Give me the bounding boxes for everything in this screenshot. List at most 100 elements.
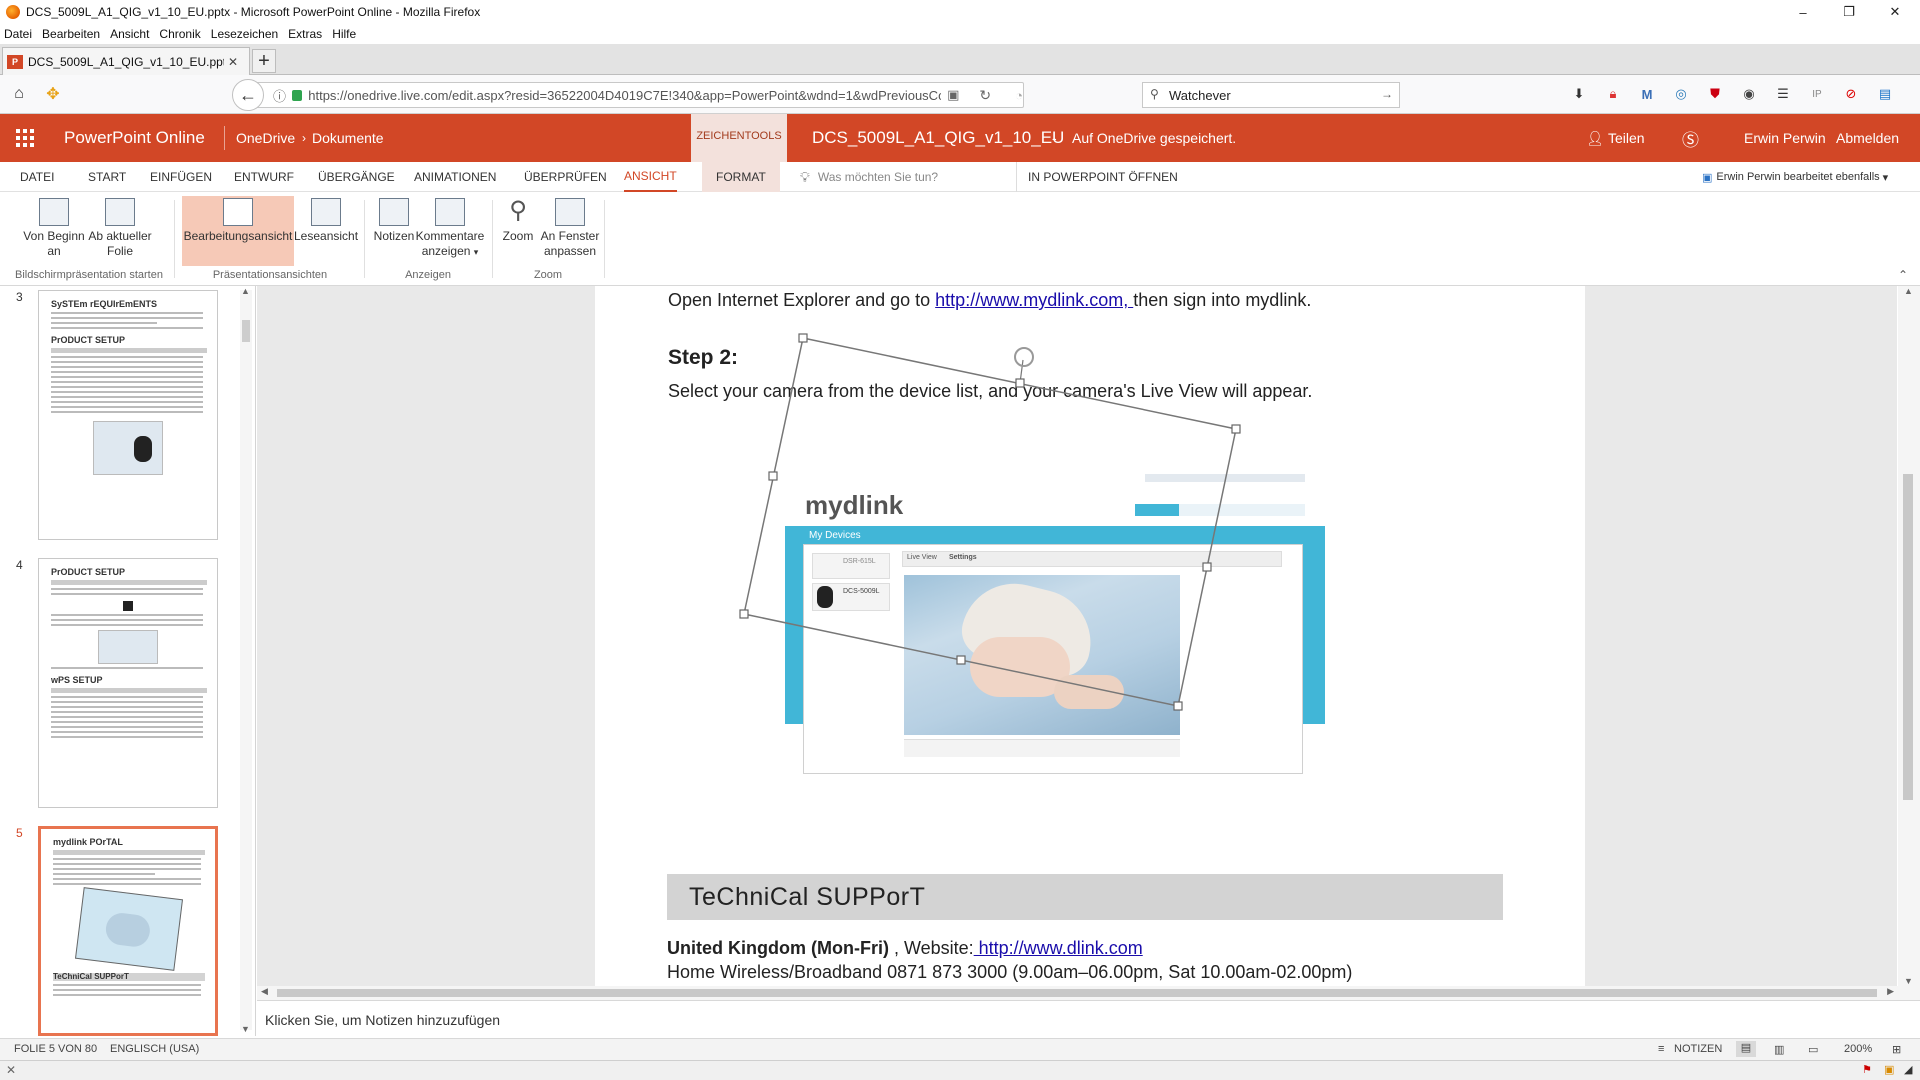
sync-addon-icon[interactable]: ◎ [1672, 85, 1690, 103]
block-icon[interactable]: ⊘ [1842, 85, 1860, 103]
status-close-icon[interactable]: ✕ [6, 1063, 16, 1077]
language-indicator[interactable]: ENGLISCH (USA) [110, 1043, 199, 1055]
coauthor-indicator[interactable]: ▣ Erwin Perwin bearbeitet ebenfalls ▾ [1702, 162, 1888, 192]
comments-button[interactable]: Kommentare anzeigen ▾ [414, 198, 486, 260]
scroll-down-icon[interactable]: ▼ [1904, 976, 1913, 986]
dlink-link[interactable]: http://www.dlink.com [974, 938, 1143, 958]
resize-handle[interactable] [798, 333, 808, 343]
edit-view-button[interactable]: Bearbeitungsansicht [182, 196, 294, 266]
url-bar[interactable]: ⓘ https://onedrive.live.com/edit.aspx?re… [238, 82, 1024, 108]
close-window-button[interactable]: ✕ [1872, 0, 1918, 24]
canvas-vertical-scrollbar[interactable]: ▲ ▼ [1898, 286, 1920, 986]
menu-extras[interactable]: Extras [288, 27, 322, 41]
lock-addon-icon[interactable]: 🔒︎ [1604, 85, 1622, 103]
tab-start[interactable]: START [88, 162, 126, 192]
share-button[interactable]: Teilen [1608, 114, 1645, 162]
horizontal-scroll-thumb[interactable] [277, 989, 1877, 997]
browser-tab[interactable]: P DCS_5009L_A1_QIG_v1_10_EU.pptx - Mi ✕ [2, 47, 250, 75]
thumbnail-scrollbar[interactable]: ▲ ▼ [240, 286, 252, 1034]
reload-icon[interactable]: ↻ [979, 87, 991, 104]
back-button[interactable]: ← [232, 79, 264, 111]
info-icon[interactable]: ⓘ [273, 86, 286, 105]
search-go-icon[interactable]: → [1381, 87, 1393, 101]
notes-toggle-icon[interactable]: ≡ [1658, 1043, 1664, 1055]
extension-icon[interactable]: ◉ [1740, 85, 1758, 103]
scroll-right-icon[interactable]: ▶ [1887, 986, 1894, 997]
canvas-horizontal-scrollbar[interactable]: ◀ ▶ [257, 986, 1920, 1000]
collapse-ribbon-icon[interactable]: ⌃ [1898, 268, 1908, 282]
tab-einfuegen[interactable]: EINFÜGEN [150, 162, 212, 192]
zoom-level[interactable]: 200% [1844, 1043, 1872, 1055]
ip-icon[interactable]: IP [1808, 85, 1826, 103]
slide-thumbnail-3[interactable]: SySTEm rEQUIrEmENTS PrODUCT SETUP [38, 290, 218, 540]
gmail-icon[interactable]: M [1638, 85, 1656, 103]
scroll-up-icon[interactable]: ▲ [1904, 286, 1913, 296]
app-name[interactable]: PowerPoint Online [64, 114, 205, 162]
mydlink-link[interactable]: http://www.mydlink.com, [935, 290, 1133, 310]
notes-toggle[interactable]: NOTIZEN [1674, 1043, 1722, 1055]
normal-view-icon[interactable]: ▤ [1736, 1041, 1756, 1057]
resize-grip-icon[interactable]: ◢ [1904, 1063, 1912, 1076]
menu-lesezeichen[interactable]: Lesezeichen [211, 27, 278, 41]
tab-animationen[interactable]: ANIMATIONEN [414, 162, 496, 192]
menu-icon[interactable]: ☰ [1774, 85, 1792, 103]
user-name[interactable]: Erwin Perwin [1744, 114, 1826, 162]
reading-view-button[interactable]: Leseansicht [294, 198, 358, 244]
addons-icon[interactable]: ✥ [42, 83, 64, 105]
breadcrumb-onedrive[interactable]: OneDrive [236, 114, 295, 162]
slide-canvas[interactable]: Open Internet Explorer and go to http://… [595, 286, 1585, 986]
notes-placeholder[interactable]: Klicken Sie, um Notizen hinzuzufügen [265, 1012, 500, 1028]
addon-status-icon-2[interactable]: ▣ [1884, 1063, 1894, 1076]
addon-status-icon[interactable]: ⚑ [1862, 1063, 1872, 1076]
notes-button[interactable]: Notizen [368, 198, 420, 244]
scroll-down-icon[interactable]: ▼ [241, 1024, 250, 1034]
restore-button[interactable]: ❐ [1826, 0, 1872, 24]
fit-window-button[interactable]: An Fenster anpassen [538, 198, 602, 259]
tab-format[interactable]: FORMAT [702, 162, 780, 192]
thumbnail-scroll-thumb[interactable] [242, 320, 250, 342]
app-launcher-icon[interactable] [16, 129, 34, 147]
slide-thumbnail-4[interactable]: PrODUCT SETUP wPS SETUP [38, 558, 218, 808]
scroll-left-icon[interactable]: ◀ [261, 986, 268, 997]
breadcrumb-dokumente[interactable]: Dokumente [312, 114, 384, 162]
resize-handle[interactable] [739, 609, 749, 619]
url-text[interactable]: https://onedrive.live.com/edit.aspx?resi… [308, 88, 941, 103]
tab-ueberpruefen[interactable]: ÜBERPRÜFEN [524, 162, 607, 192]
sign-out-link[interactable]: Abmelden [1836, 114, 1899, 162]
new-tab-button[interactable]: + [252, 49, 276, 73]
tell-me-box[interactable]: 💡︎ Was möchten Sie tun? [800, 162, 938, 192]
tab-datei[interactable]: DATEI [20, 162, 54, 192]
notification-icon[interactable]: ▤ [1876, 85, 1894, 103]
rotated-image-container[interactable]: mydlink My Devices DSR-615L DCS-5009L Li… [785, 458, 1325, 798]
resize-handle[interactable] [768, 471, 778, 481]
reader-view-icon[interactable]: ▣ [947, 87, 959, 103]
tab-uebergaenge[interactable]: ÜBERGÄNGE [318, 162, 395, 192]
fit-slide-icon[interactable]: ⊞ [1892, 1043, 1901, 1056]
home-icon[interactable]: ⌂ [8, 83, 30, 105]
menu-ansicht[interactable]: Ansicht [110, 27, 149, 41]
menu-datei[interactable]: Datei [4, 27, 32, 41]
menu-bearbeiten[interactable]: Bearbeiten [42, 27, 100, 41]
notes-pane[interactable]: Klicken Sie, um Notizen hinzuzufügen [257, 1000, 1920, 1038]
canvas-scroll-thumb[interactable] [1903, 474, 1913, 800]
scroll-up-icon[interactable]: ▲ [241, 286, 250, 296]
search-bar[interactable]: ⚲ Watchever → [1142, 82, 1400, 108]
tab-entwurf[interactable]: ENTWURF [234, 162, 294, 192]
from-start-button[interactable]: Von Beginn an [20, 198, 88, 259]
ublock-icon[interactable]: ⛊ [1706, 85, 1724, 103]
minimize-button[interactable]: – [1780, 0, 1826, 24]
tell-me-input[interactable]: Was möchten Sie tun? [818, 170, 938, 184]
menu-chronik[interactable]: Chronik [159, 27, 200, 41]
slideshow-icon[interactable]: ▭ [1808, 1043, 1818, 1056]
resize-handle[interactable] [1231, 424, 1241, 434]
rss-icon[interactable]: ◔ [1015, 88, 1023, 103]
zoom-button[interactable]: ⚲ Zoom [498, 198, 538, 244]
search-input[interactable]: Watchever [1169, 88, 1231, 103]
from-current-button[interactable]: Ab aktueller Folie [86, 198, 154, 259]
rotate-handle-icon[interactable] [1014, 347, 1034, 367]
menu-hilfe[interactable]: Hilfe [332, 27, 356, 41]
file-name[interactable]: DCS_5009L_A1_QIG_v1_10_EU [812, 114, 1064, 162]
reading-view-icon[interactable]: ▥ [1774, 1043, 1784, 1056]
skype-icon[interactable]: Ⓢ [1682, 114, 1699, 162]
open-in-powerpoint[interactable]: IN POWERPOINT ÖFFNEN [1028, 162, 1178, 192]
